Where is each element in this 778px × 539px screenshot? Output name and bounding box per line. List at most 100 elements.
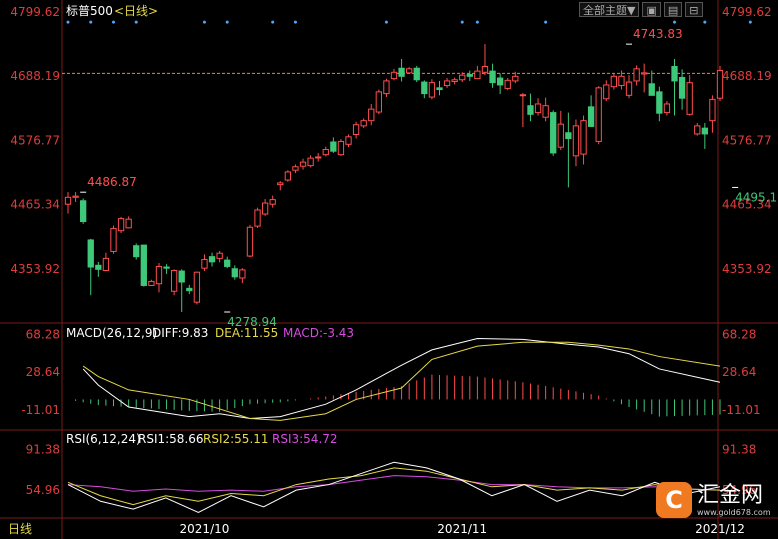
candle-body-28 bbox=[277, 182, 284, 186]
price-tick-left-2: 4576.77 bbox=[10, 133, 60, 147]
macd-diff-label: DIFF:9.83 bbox=[152, 326, 208, 340]
macd-tick-right-0: 68.28 bbox=[722, 327, 756, 341]
rsi3-line bbox=[67, 475, 721, 492]
macd-tick-right-1: 28.64 bbox=[722, 365, 756, 379]
rsi-tick-left-1: 54.96 bbox=[26, 483, 60, 497]
candle-body-33 bbox=[315, 156, 322, 159]
candle-body-70 bbox=[595, 87, 602, 142]
candle-body-24 bbox=[246, 226, 254, 257]
price-tick-right-2: 4576.77 bbox=[722, 133, 772, 147]
candle-body-52 bbox=[459, 74, 466, 81]
candle-body-18 bbox=[201, 259, 208, 269]
theme-dropdown[interactable]: 全部主题▼ bbox=[579, 2, 640, 17]
candle-body-2 bbox=[80, 200, 87, 223]
x-axis-label-1: 2021/11 bbox=[437, 522, 487, 536]
candle-body-76 bbox=[641, 72, 648, 75]
candle-body-31 bbox=[299, 161, 307, 167]
rsi3-label: RSI3:54.72 bbox=[272, 432, 338, 446]
candle-body-50 bbox=[443, 80, 451, 87]
candle-body-4 bbox=[95, 264, 102, 270]
candle-body-17 bbox=[193, 271, 201, 303]
candle-body-20 bbox=[216, 252, 223, 259]
candle-body-13 bbox=[163, 266, 170, 269]
price-tick-left-4: 4353.92 bbox=[10, 262, 60, 276]
macd-dea-label: DEA:11.55 bbox=[215, 326, 278, 340]
candle-body-79 bbox=[663, 103, 671, 114]
event-dot-12 bbox=[673, 20, 677, 24]
event-dot-10 bbox=[475, 20, 479, 24]
candle-body-77 bbox=[648, 83, 655, 96]
candle-body-75 bbox=[633, 68, 640, 82]
candle-body-78 bbox=[656, 91, 663, 114]
candle-body-15 bbox=[178, 270, 185, 283]
candle-body-36 bbox=[337, 140, 345, 156]
candle-body-61 bbox=[527, 105, 534, 115]
event-dot-1 bbox=[89, 20, 93, 24]
event-dot-4 bbox=[202, 20, 206, 24]
rsi-tick-left-0: 91.38 bbox=[26, 443, 60, 457]
event-dot-0 bbox=[66, 20, 70, 24]
candle-body-67 bbox=[572, 125, 580, 157]
price-tick-right-1: 4688.19 bbox=[722, 69, 772, 83]
candle-body-60 bbox=[519, 94, 527, 97]
candle-body-55 bbox=[481, 66, 489, 73]
candle-body-10 bbox=[140, 244, 147, 286]
candle-body-58 bbox=[504, 79, 511, 89]
rsi-tick-right-0: 91.38 bbox=[722, 443, 756, 457]
price-tick-left-0: 4799.62 bbox=[10, 5, 60, 19]
candle-body-73 bbox=[618, 75, 625, 87]
watermark: C 汇金网 www.gold678.com bbox=[656, 476, 778, 524]
candle-body-85 bbox=[709, 98, 716, 122]
candle-body-37 bbox=[345, 136, 352, 145]
candle-body-54 bbox=[474, 70, 481, 80]
market-chart: 标普500 <日线> 4799.62 4799.62 4688.19 4688.19 457… bbox=[0, 0, 778, 539]
candle-body-22 bbox=[231, 268, 238, 278]
chart-title: 标普500 bbox=[66, 4, 113, 18]
event-dot-11 bbox=[544, 20, 548, 24]
rsi1-label: RSI1:58.66 bbox=[138, 432, 204, 446]
candle-body-14 bbox=[170, 269, 178, 292]
candle-body-34 bbox=[322, 148, 329, 156]
candle-body-80 bbox=[671, 66, 678, 82]
candle-body-83 bbox=[694, 125, 701, 135]
candle-body-66 bbox=[565, 132, 572, 140]
layout-button-2[interactable]: ▤ bbox=[663, 2, 683, 17]
annotation-2: 4743.83 bbox=[633, 27, 683, 41]
candle-body-21 bbox=[224, 259, 231, 267]
x-axis-label-2: 2021/12 bbox=[695, 522, 745, 536]
annotation-3: 4495.12 bbox=[735, 190, 778, 204]
event-dot-2 bbox=[111, 20, 115, 24]
chart-period: <日线> bbox=[114, 4, 158, 18]
candle-body-39 bbox=[360, 120, 367, 127]
candle-body-71 bbox=[603, 84, 610, 100]
period-footer-label: 日线 bbox=[8, 522, 32, 536]
macd-tick-left-1: 28.64 bbox=[26, 365, 60, 379]
event-dot-3 bbox=[134, 20, 138, 24]
chart-toolbar: 全部主题▼ ▣ ▤ ⊟ bbox=[579, 2, 703, 17]
candle-body-43 bbox=[390, 71, 398, 80]
candle-body-40 bbox=[368, 108, 375, 122]
rsi2-label: RSI2:55.11 bbox=[203, 432, 269, 446]
candle-body-47 bbox=[421, 81, 428, 95]
price-tick-left-1: 4688.19 bbox=[10, 69, 60, 83]
event-dot-7 bbox=[293, 20, 297, 24]
layout-button-1[interactable]: ▣ bbox=[642, 2, 661, 17]
candle-body-48 bbox=[428, 82, 436, 98]
watermark-name: 汇金网 bbox=[697, 482, 764, 508]
candle-body-29 bbox=[284, 171, 292, 181]
candle-body-3 bbox=[87, 239, 94, 268]
candle-body-74 bbox=[625, 81, 633, 96]
candle-body-25 bbox=[254, 209, 261, 227]
candle-body-51 bbox=[451, 79, 458, 82]
candle-body-19 bbox=[208, 256, 216, 263]
candle-body-84 bbox=[701, 127, 708, 135]
candle-body-42 bbox=[383, 80, 390, 95]
event-dot-9 bbox=[460, 20, 464, 24]
candle-body-44 bbox=[398, 67, 405, 77]
candle-body-0 bbox=[64, 196, 72, 205]
layout-button-3[interactable]: ⊟ bbox=[685, 2, 703, 17]
candle-body-32 bbox=[307, 157, 314, 167]
event-dot-14 bbox=[748, 20, 752, 24]
candle-body-9 bbox=[133, 245, 140, 258]
candle-body-41 bbox=[375, 91, 382, 113]
